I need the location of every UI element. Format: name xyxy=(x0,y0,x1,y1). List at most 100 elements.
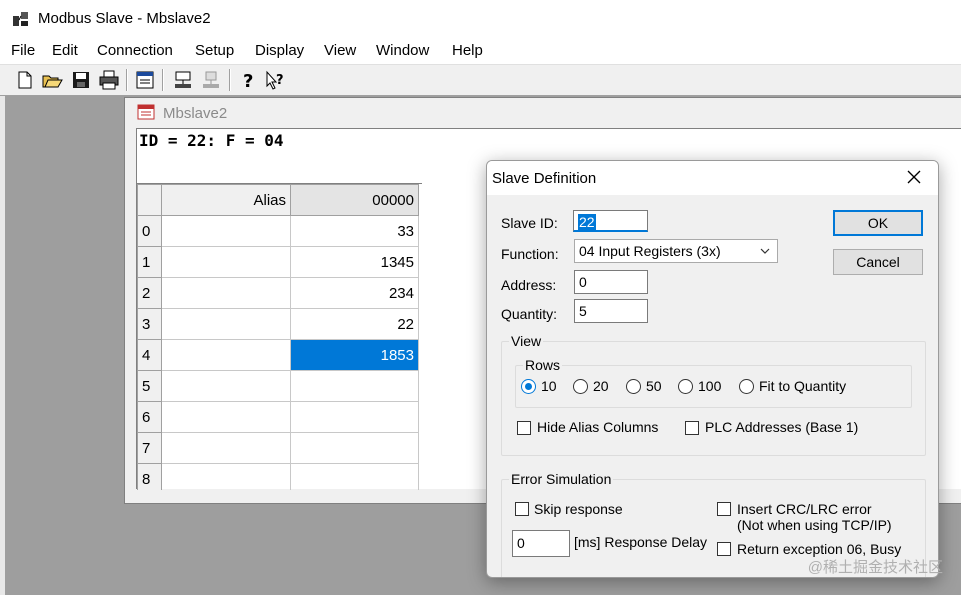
alias-cell[interactable] xyxy=(161,246,291,278)
function-select-value: 04 Input Registers (3x) xyxy=(579,243,721,259)
register-table: Alias 00000 0 33 1 1345 2 234 3 22 4 185… xyxy=(137,184,419,490)
table-row: 2 234 xyxy=(137,277,419,309)
menu-file[interactable]: File xyxy=(11,42,35,59)
rows-100-radio[interactable] xyxy=(678,379,693,394)
address-field[interactable]: 0 xyxy=(574,270,648,294)
alias-cell[interactable] xyxy=(161,215,291,247)
rows-20-radio[interactable] xyxy=(573,379,588,394)
alias-cell[interactable] xyxy=(161,463,291,490)
register-value-cell[interactable]: 22 xyxy=(290,308,419,340)
svg-text:?: ? xyxy=(243,71,253,91)
context-help-icon[interactable]: ? xyxy=(264,69,286,91)
close-icon[interactable] xyxy=(904,167,924,187)
menu-window[interactable]: Window xyxy=(376,42,429,59)
document-icon xyxy=(137,104,155,120)
register-value-cell[interactable]: 33 xyxy=(290,215,419,247)
table-row: 4 1853 xyxy=(137,339,419,371)
register-value-cell-selected[interactable]: 1853 xyxy=(290,339,419,371)
row-index: 3 xyxy=(137,308,162,340)
toolbar-separator xyxy=(229,69,231,91)
quantity-field[interactable]: 5 xyxy=(574,299,648,323)
address-label: Address: xyxy=(501,277,557,293)
register-value-cell[interactable] xyxy=(290,432,419,464)
child-titlebar[interactable]: Mbslave2 xyxy=(125,98,961,128)
ok-button[interactable]: OK xyxy=(833,210,923,236)
alias-cell[interactable] xyxy=(161,339,291,371)
skip-response-checkbox[interactable] xyxy=(515,502,529,516)
insert-crc-label: Insert CRC/LRC error xyxy=(737,501,872,517)
slave-status-text: ID = 22: F = 04 xyxy=(139,131,284,150)
response-delay-field[interactable]: 0 xyxy=(512,530,570,557)
alias-cell[interactable] xyxy=(161,432,291,464)
chevron-down-icon xyxy=(760,248,770,254)
rows-20-label: 20 xyxy=(593,378,609,394)
table-row: 6 xyxy=(137,401,419,433)
response-delay-label: [ms] Response Delay xyxy=(574,534,708,550)
open-icon[interactable] xyxy=(41,69,63,91)
function-label: Function: xyxy=(501,246,559,262)
alias-cell[interactable] xyxy=(161,277,291,309)
register-value-cell[interactable]: 234 xyxy=(290,277,419,309)
grid-corner xyxy=(137,184,162,216)
alias-cell[interactable] xyxy=(161,308,291,340)
row-index: 6 xyxy=(137,401,162,433)
alias-column-header[interactable]: Alias xyxy=(161,184,291,216)
hide-alias-checkbox[interactable] xyxy=(517,421,531,435)
rows-10-radio[interactable] xyxy=(521,379,536,394)
menu-help[interactable]: Help xyxy=(452,42,483,59)
insert-crc-checkbox[interactable] xyxy=(717,502,731,516)
alias-cell[interactable] xyxy=(161,401,291,433)
register-value-cell[interactable] xyxy=(290,401,419,433)
row-index: 5 xyxy=(137,370,162,402)
insert-crc-note: (Not when using TCP/IP) xyxy=(737,517,892,533)
disconnect-icon[interactable] xyxy=(200,69,222,91)
row-index: 8 xyxy=(137,463,162,490)
svg-text:?: ? xyxy=(276,73,284,88)
function-select[interactable]: 04 Input Registers (3x) xyxy=(574,239,778,263)
register-value-cell[interactable] xyxy=(290,370,419,402)
new-icon[interactable] xyxy=(14,69,36,91)
watermark-text: @稀土掘金技术社区 xyxy=(807,559,943,576)
plc-addresses-label: PLC Addresses (Base 1) xyxy=(705,419,859,435)
menu-connection[interactable]: Connection xyxy=(97,42,173,59)
save-icon[interactable] xyxy=(70,69,92,91)
toolbar-separator xyxy=(126,69,128,91)
modbus-app-icon xyxy=(13,12,28,26)
rows-fit-radio[interactable] xyxy=(739,379,754,394)
menu-view[interactable]: View xyxy=(324,42,356,59)
table-row: 7 xyxy=(137,432,419,464)
table-row: 1 1345 xyxy=(137,246,419,278)
rows-50-radio[interactable] xyxy=(626,379,641,394)
table-row: 8 xyxy=(137,463,419,490)
cancel-button[interactable]: Cancel xyxy=(833,249,923,275)
slave-id-field[interactable]: 22 xyxy=(573,210,648,232)
return-exception-label: Return exception 06, Busy xyxy=(737,541,902,557)
slave-id-value: 22 xyxy=(578,214,596,230)
value-column-header[interactable]: 00000 xyxy=(290,184,419,216)
dialog-title: Slave Definition xyxy=(492,170,597,187)
window-icon[interactable] xyxy=(134,69,156,91)
table-row: 3 22 xyxy=(137,308,419,340)
table-row: 5 xyxy=(137,370,419,402)
row-index: 7 xyxy=(137,432,162,464)
toolbar-separator xyxy=(162,69,164,91)
help-icon[interactable]: ? xyxy=(237,69,259,91)
register-grid: Alias 00000 0 33 1 1345 2 234 3 22 4 185… xyxy=(137,183,422,490)
print-icon[interactable] xyxy=(98,69,120,91)
row-index: 0 xyxy=(137,215,162,247)
error-simulation-title: Error Simulation xyxy=(509,471,614,487)
menu-display[interactable]: Display xyxy=(255,42,304,59)
mdi-left-edge xyxy=(0,96,5,595)
return-exception-checkbox[interactable] xyxy=(717,542,731,556)
connect-icon[interactable] xyxy=(172,69,194,91)
dialog-titlebar[interactable]: Slave Definition xyxy=(487,161,938,195)
rows-50-label: 50 xyxy=(646,378,662,394)
register-value-cell[interactable] xyxy=(290,463,419,490)
plc-addresses-checkbox[interactable] xyxy=(685,421,699,435)
quantity-label: Quantity: xyxy=(501,306,558,322)
menu-edit[interactable]: Edit xyxy=(52,42,78,59)
table-row: 0 33 xyxy=(137,215,419,247)
alias-cell[interactable] xyxy=(161,370,291,402)
menu-setup[interactable]: Setup xyxy=(195,42,234,59)
register-value-cell[interactable]: 1345 xyxy=(290,246,419,278)
